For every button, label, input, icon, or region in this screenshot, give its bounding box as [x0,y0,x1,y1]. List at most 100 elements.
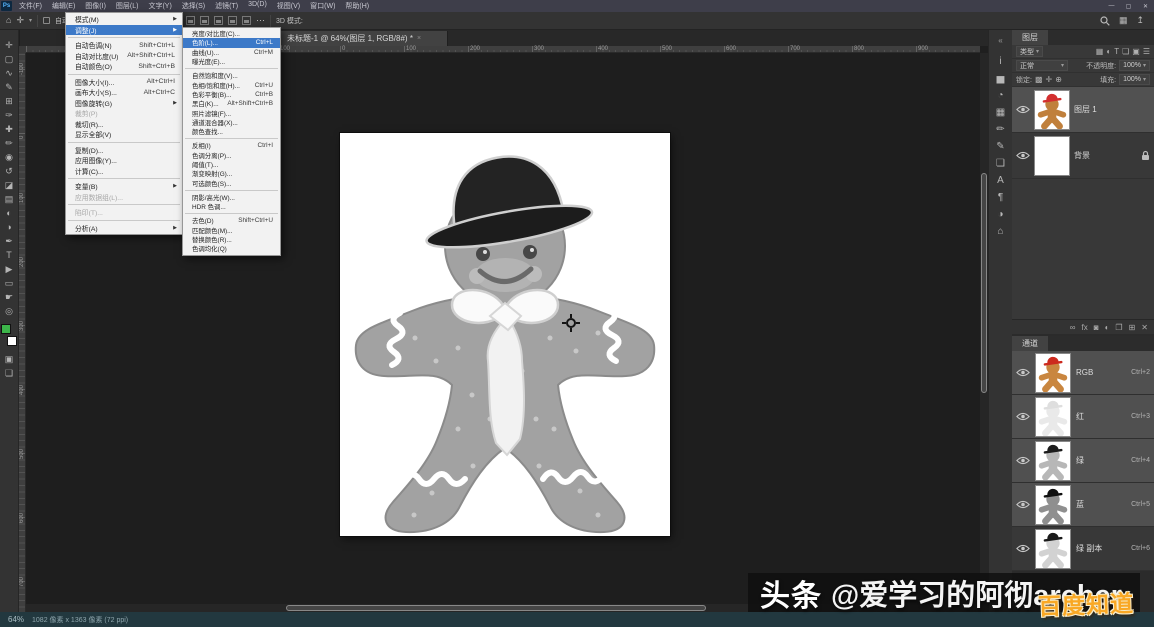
lock-position-icon[interactable]: ✛ [1046,75,1053,84]
menu-item[interactable]: 显示全部(V) [66,129,182,140]
channel-row[interactable]: 绿 副本 Ctrl+6 [1012,527,1154,571]
document-canvas[interactable] [340,133,670,536]
menu-item[interactable] [68,142,180,143]
scrollbar-thumb[interactable] [981,173,987,393]
menu-item[interactable]: 反相(I) Ctrl+I [183,141,280,150]
menu-item[interactable]: 复制(D)... [66,145,182,156]
menu-item[interactable] [185,68,278,69]
menu-item[interactable]: 裁剪(P) [66,108,182,119]
menubar-item[interactable]: 文字(Y) [144,0,175,12]
align-center-icon[interactable] [186,16,195,25]
document-tab[interactable]: 未标题-1 @ 64%(图层 1, RGB/8#) * × [280,31,448,46]
menubar-item[interactable]: 图层(L) [112,0,143,12]
channel-thumbnail[interactable] [1035,441,1071,481]
vertical-scrollbar[interactable] [980,53,988,612]
layer-filter-dropdown[interactable]: 类型▾ [1016,46,1043,57]
visibility-eye-icon[interactable] [1016,544,1030,553]
menu-item[interactable]: 计算(C)... [66,166,182,177]
menu-item[interactable]: 模式(M) ▶ [66,14,182,25]
path-selection-tool[interactable]: ▶ [1,262,18,276]
lock-transparency-icon[interactable]: ▩ [1035,75,1043,84]
menubar-item[interactable]: 3D(D) [244,0,271,12]
menu-item[interactable]: 可选颜色(S)... [183,178,280,187]
share-icon[interactable]: ↥ [1136,16,1144,25]
visibility-eye-icon[interactable] [1016,456,1030,465]
window-control-button[interactable]: — [1103,3,1120,10]
layer-thumbnail[interactable] [1034,90,1070,130]
layer-thumbnail[interactable] [1034,136,1070,176]
menubar-item[interactable]: 编辑(E) [48,0,79,12]
menu-item[interactable] [185,190,278,191]
menu-item[interactable]: 曲线(U)... Ctrl+M [183,48,280,57]
menu-item[interactable]: 分析(A) ▶ [66,223,182,234]
quick-mask-button[interactable]: ▣ [1,352,18,366]
shape-tool[interactable]: ▭ [1,276,18,290]
menu-item[interactable]: HDR 色调... [183,202,280,211]
menu-item[interactable] [68,37,180,38]
layer-row-layer1[interactable]: 图层 1 [1012,87,1154,133]
blur-tool[interactable]: ◐ [1,206,18,220]
menu-item[interactable]: 色调均化(Q) [183,244,280,253]
zoom-level-field[interactable]: 64% [8,615,24,624]
adjustments-panel-icon[interactable]: ◑ [991,206,1011,223]
menu-item[interactable]: 颜色查找... [183,127,280,136]
visibility-eye-icon[interactable] [1016,412,1030,421]
menu-item[interactable]: 色阶(L)... Ctrl+L [183,38,280,47]
filter-pixel-layers-icon[interactable]: ▦ [1096,47,1104,56]
layer-name[interactable]: 背景 [1074,150,1090,161]
workspace-switcher-icon[interactable]: ▦ [1119,16,1128,25]
marquee-tool[interactable]: ▢ [1,52,18,66]
link-layers-icon[interactable]: ∞ [1070,323,1076,332]
menu-item[interactable]: 画布大小(S)... Alt+Ctrl+C [66,87,182,98]
brushes-panel-icon[interactable]: ✏ [991,121,1011,138]
visibility-eye-icon[interactable] [1016,151,1030,160]
channel-row[interactable]: 蓝 Ctrl+5 [1012,483,1154,527]
menubar-item[interactable]: 视图(V) [273,0,304,12]
screen-mode-button[interactable]: ❏ [1,366,18,380]
channel-thumbnail[interactable] [1035,397,1071,437]
clone-stamp-tool[interactable]: ◉ [1,150,18,164]
more-options-icon[interactable]: ⋯ [256,16,265,25]
blend-mode-dropdown[interactable]: 正常▾ [1016,60,1068,71]
properties-panel-icon[interactable]: ⌂ [991,223,1011,240]
brush-tool[interactable]: ✏ [1,136,18,150]
lock-all-icon[interactable]: ⊕ [1055,75,1062,84]
menu-item[interactable]: 色彩平衡(B)... Ctrl+B [183,90,280,99]
clone-source-panel-icon[interactable]: ❏ [991,155,1011,172]
healing-brush-tool[interactable]: ✚ [1,122,18,136]
vertical-ruler[interactable]: -1000100200300400500600700 [19,53,26,612]
align-middle-icon[interactable] [228,16,237,25]
menu-item[interactable] [185,138,278,139]
filter-smart-objects-icon[interactable]: ▣ [1132,47,1140,56]
expand-panels-icon[interactable]: « [998,36,1002,45]
menu-item[interactable] [68,178,180,179]
menu-item[interactable]: 色调分离(P)... [183,151,280,160]
align-right-icon[interactable] [200,16,209,25]
menubar-item[interactable]: 文件(F) [15,0,46,12]
menu-item[interactable]: 变量(B) ▶ [66,181,182,192]
tab-channels[interactable]: 通道 [1012,336,1048,351]
menu-item[interactable]: 替换颜色(R)... [183,235,280,244]
eyedropper-tool[interactable]: ✑ [1,108,18,122]
filter-type-layers-icon[interactable]: T [1114,47,1119,56]
menubar-item[interactable]: 图像(I) [81,0,110,12]
layer-mask-icon[interactable]: ◙ [1094,323,1099,332]
align-bottom-icon[interactable] [242,16,251,25]
home-icon[interactable]: ⌂ [6,16,11,25]
menu-item[interactable] [68,220,180,221]
move-tool[interactable]: ✛ [1,38,18,52]
character-panel-icon[interactable]: A [991,172,1011,189]
menu-item[interactable]: 自动色调(N) Shift+Ctrl+L [66,40,182,51]
auto-select-checkbox[interactable] [43,17,50,24]
history-brush-tool[interactable]: ↺ [1,164,18,178]
channel-thumbnail[interactable] [1035,529,1071,569]
channel-thumbnail[interactable] [1035,353,1071,393]
dodge-tool[interactable]: ◑ [1,220,18,234]
layer-name[interactable]: 图层 1 [1074,104,1097,115]
menu-item[interactable]: 亮度/对比度(C)... [183,29,280,38]
crop-tool[interactable]: ⊞ [1,94,18,108]
background-color-swatch[interactable] [7,336,17,346]
channel-row[interactable]: 绿 Ctrl+4 [1012,439,1154,483]
foreground-color-swatch[interactable] [1,324,11,334]
menu-item[interactable] [68,204,180,205]
